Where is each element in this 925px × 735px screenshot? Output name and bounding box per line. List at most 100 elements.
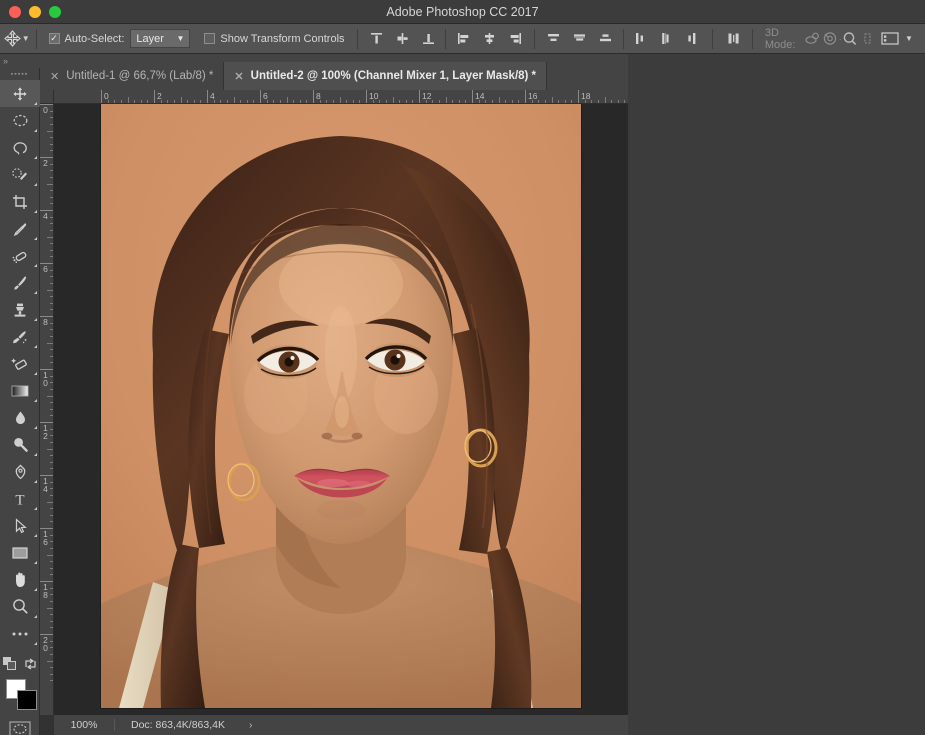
tool-flyout-corner [34, 426, 37, 429]
auto-select-checkbox[interactable]: ✓ Auto-Select: [49, 33, 125, 45]
divider [36, 29, 37, 49]
show-transform-controls-checkbox[interactable]: Show Transform Controls [204, 33, 344, 45]
color-swatches[interactable] [0, 676, 40, 716]
swap-colors-icon[interactable] [24, 658, 37, 673]
move-tool-icon[interactable] [4, 27, 22, 51]
tool-eyedropper[interactable] [0, 215, 40, 242]
tool-preset-chevron-icon[interactable]: ▼ [22, 34, 30, 43]
tool-edit-toolbar[interactable] [0, 620, 40, 647]
toolbox-expand-icon[interactable]: » [0, 54, 40, 68]
tool-flyout-corner [34, 102, 37, 105]
tool-flyout-corner [34, 237, 37, 240]
background-color-swatch[interactable] [17, 690, 37, 710]
tool-flyout-corner [34, 561, 37, 564]
ruler-origin[interactable] [40, 90, 54, 104]
tool-flyout-corner [34, 183, 37, 186]
auto-select-checkbox-box[interactable]: ✓ [49, 33, 60, 44]
tool-crop[interactable] [0, 188, 40, 215]
tool-dodge[interactable] [0, 431, 40, 458]
tool-zoom[interactable] [0, 593, 40, 620]
show-transform-checkbox-box[interactable] [204, 33, 215, 44]
tool-flyout-corner [34, 480, 37, 483]
tool-hand[interactable] [0, 566, 40, 593]
3d-mode-label: 3D Mode: [765, 27, 797, 51]
auto-select-scope-value: Layer [136, 33, 164, 45]
distribute-horizontal-centers-icon[interactable] [654, 27, 680, 51]
quick-mask-toggle[interactable] [0, 716, 40, 735]
distribute-top-edges-icon[interactable] [541, 27, 567, 51]
tool-flyout-corner [34, 264, 37, 267]
tool-flyout-corner [34, 507, 37, 510]
document-tab-untitled-1[interactable]: ✕ Untitled-1 @ 66,7% (Lab/8) * [40, 62, 224, 90]
tool-pen[interactable] [0, 458, 40, 485]
tool-flyout-corner [34, 534, 37, 537]
auto-select-scope-dropdown[interactable]: Layer ▼ [130, 29, 190, 48]
document-tab-untitled-2[interactable]: ✕ Untitled-2 @ 100% (Channel Mixer 1, La… [224, 62, 547, 90]
divider [357, 29, 358, 49]
tool-healing-brush[interactable] [0, 242, 40, 269]
status-bar: 100% Doc: 863,4K/863,4K › [54, 715, 628, 735]
tool-blur[interactable] [0, 404, 40, 431]
align-vertical-centers-icon[interactable] [389, 27, 415, 51]
divider [752, 29, 753, 49]
tool-history-brush[interactable] [0, 323, 40, 350]
zoom-level[interactable]: 100% [54, 719, 114, 731]
3d-roll-icon[interactable] [821, 27, 839, 51]
tool-flyout-corner [34, 615, 37, 618]
align-horizontal-centers-icon[interactable] [476, 27, 502, 51]
workspace-chevron-down-icon[interactable]: ▼ [903, 34, 915, 43]
3d-slide-icon[interactable] [859, 27, 877, 51]
divider [534, 29, 535, 49]
distribute-bottom-edges-icon[interactable] [593, 27, 619, 51]
right-dock: « » ▪▪▪▪ Color Swatches ☰ ✕ « [628, 54, 925, 735]
divider [0, 647, 39, 654]
align-left-edges-icon[interactable] [450, 27, 476, 51]
canvas-area[interactable] [54, 104, 628, 715]
tool-flyout-corner [34, 129, 37, 132]
vertical-ruler[interactable]: 02468101214161820 [40, 104, 54, 715]
distribute-vertical-centers-icon[interactable] [567, 27, 593, 51]
close-icon[interactable]: ✕ [50, 70, 59, 83]
3d-pan-icon[interactable] [842, 27, 860, 51]
default-colors-icon[interactable] [3, 657, 17, 673]
distribute-left-edges-icon[interactable] [628, 27, 654, 51]
document-tab-label: Untitled-1 @ 66,7% (Lab/8) * [66, 70, 213, 82]
distribute-right-edges-icon[interactable] [680, 27, 706, 51]
close-icon[interactable]: ✕ [234, 70, 243, 83]
tool-quick-selection[interactable] [0, 161, 40, 188]
document-image[interactable] [101, 104, 581, 708]
photoshop-window: Adobe Photoshop CC 2017 ▼ ✓ Auto-Select:… [0, 0, 925, 735]
tool-marquee[interactable] [0, 107, 40, 134]
divider [445, 29, 446, 49]
align-right-edges-icon[interactable] [502, 27, 528, 51]
status-menu-arrow-icon[interactable]: › [225, 719, 253, 731]
tool-eraser[interactable] [0, 350, 40, 377]
tool-lasso[interactable] [0, 134, 40, 161]
workspace-switcher-icon[interactable] [877, 27, 903, 51]
tool-rectangle[interactable] [0, 539, 40, 566]
3d-rotate-icon[interactable] [803, 27, 821, 51]
tool-path-selection[interactable] [0, 512, 40, 539]
document-tabs: ✕ Untitled-1 @ 66,7% (Lab/8) * ✕ Untitle… [40, 54, 628, 90]
svg-text:T: T [15, 492, 24, 507]
align-top-edges-icon[interactable] [363, 27, 389, 51]
auto-select-label: Auto-Select: [65, 33, 125, 45]
tool-move[interactable] [0, 80, 40, 107]
tool-brush[interactable] [0, 269, 40, 296]
tool-flyout-corner [34, 210, 37, 213]
horizontal-ruler[interactable]: 024681012141618 [54, 90, 628, 104]
divider [712, 29, 713, 49]
tool-flyout-corner [34, 318, 37, 321]
tool-gradient[interactable] [0, 377, 40, 404]
chevron-down-icon: ▼ [177, 34, 185, 43]
toolbox-grip[interactable]: ▪▪▪▪▪ [0, 68, 39, 80]
tool-flyout-corner [34, 156, 37, 159]
divider [623, 29, 624, 49]
align-bottom-edges-icon[interactable] [415, 27, 441, 51]
tool-flyout-corner [34, 291, 37, 294]
tool-type[interactable]: T [0, 485, 40, 512]
tool-clone-stamp[interactable] [0, 296, 40, 323]
align-distribute-icon[interactable] [725, 27, 743, 51]
window-title: Adobe Photoshop CC 2017 [0, 5, 925, 19]
tool-flyout-corner [34, 399, 37, 402]
